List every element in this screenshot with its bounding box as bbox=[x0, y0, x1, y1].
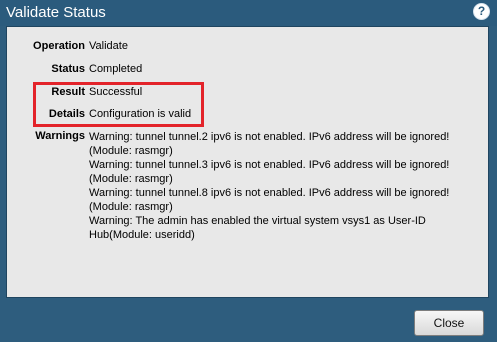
result-details-highlight bbox=[33, 82, 204, 127]
operation-label: Operation bbox=[33, 40, 85, 52]
warnings-label: Warnings bbox=[35, 130, 85, 142]
help-icon[interactable]: ? bbox=[473, 3, 490, 20]
dialog-content: Operation Validate Status Completed Resu… bbox=[6, 26, 489, 298]
dialog-titlebar: Validate Status ? bbox=[0, 0, 497, 26]
warning-line: Warning: tunnel tunnel.3 ipv6 is not ena… bbox=[89, 159, 450, 171]
close-button[interactable]: Close bbox=[414, 310, 484, 336]
dialog-title: Validate Status bbox=[6, 4, 106, 21]
warning-line: (Module: rasmgr) bbox=[89, 145, 173, 157]
warning-line: (Module: rasmgr) bbox=[89, 201, 173, 213]
status-value: Completed bbox=[89, 63, 143, 75]
status-label: Status bbox=[51, 63, 85, 75]
warnings-list: Warning: tunnel tunnel.2 ipv6 is not ena… bbox=[89, 130, 469, 242]
operation-value: Validate bbox=[89, 40, 128, 52]
warning-line: Hub(Module: useridd) bbox=[89, 229, 195, 241]
warning-line: Warning: tunnel tunnel.2 ipv6 is not ena… bbox=[89, 131, 450, 143]
warning-line: Warning: The admin has enabled the virtu… bbox=[89, 215, 426, 227]
warning-line: Warning: tunnel tunnel.8 ipv6 is not ena… bbox=[89, 187, 450, 199]
warning-line: (Module: rasmgr) bbox=[89, 173, 173, 185]
